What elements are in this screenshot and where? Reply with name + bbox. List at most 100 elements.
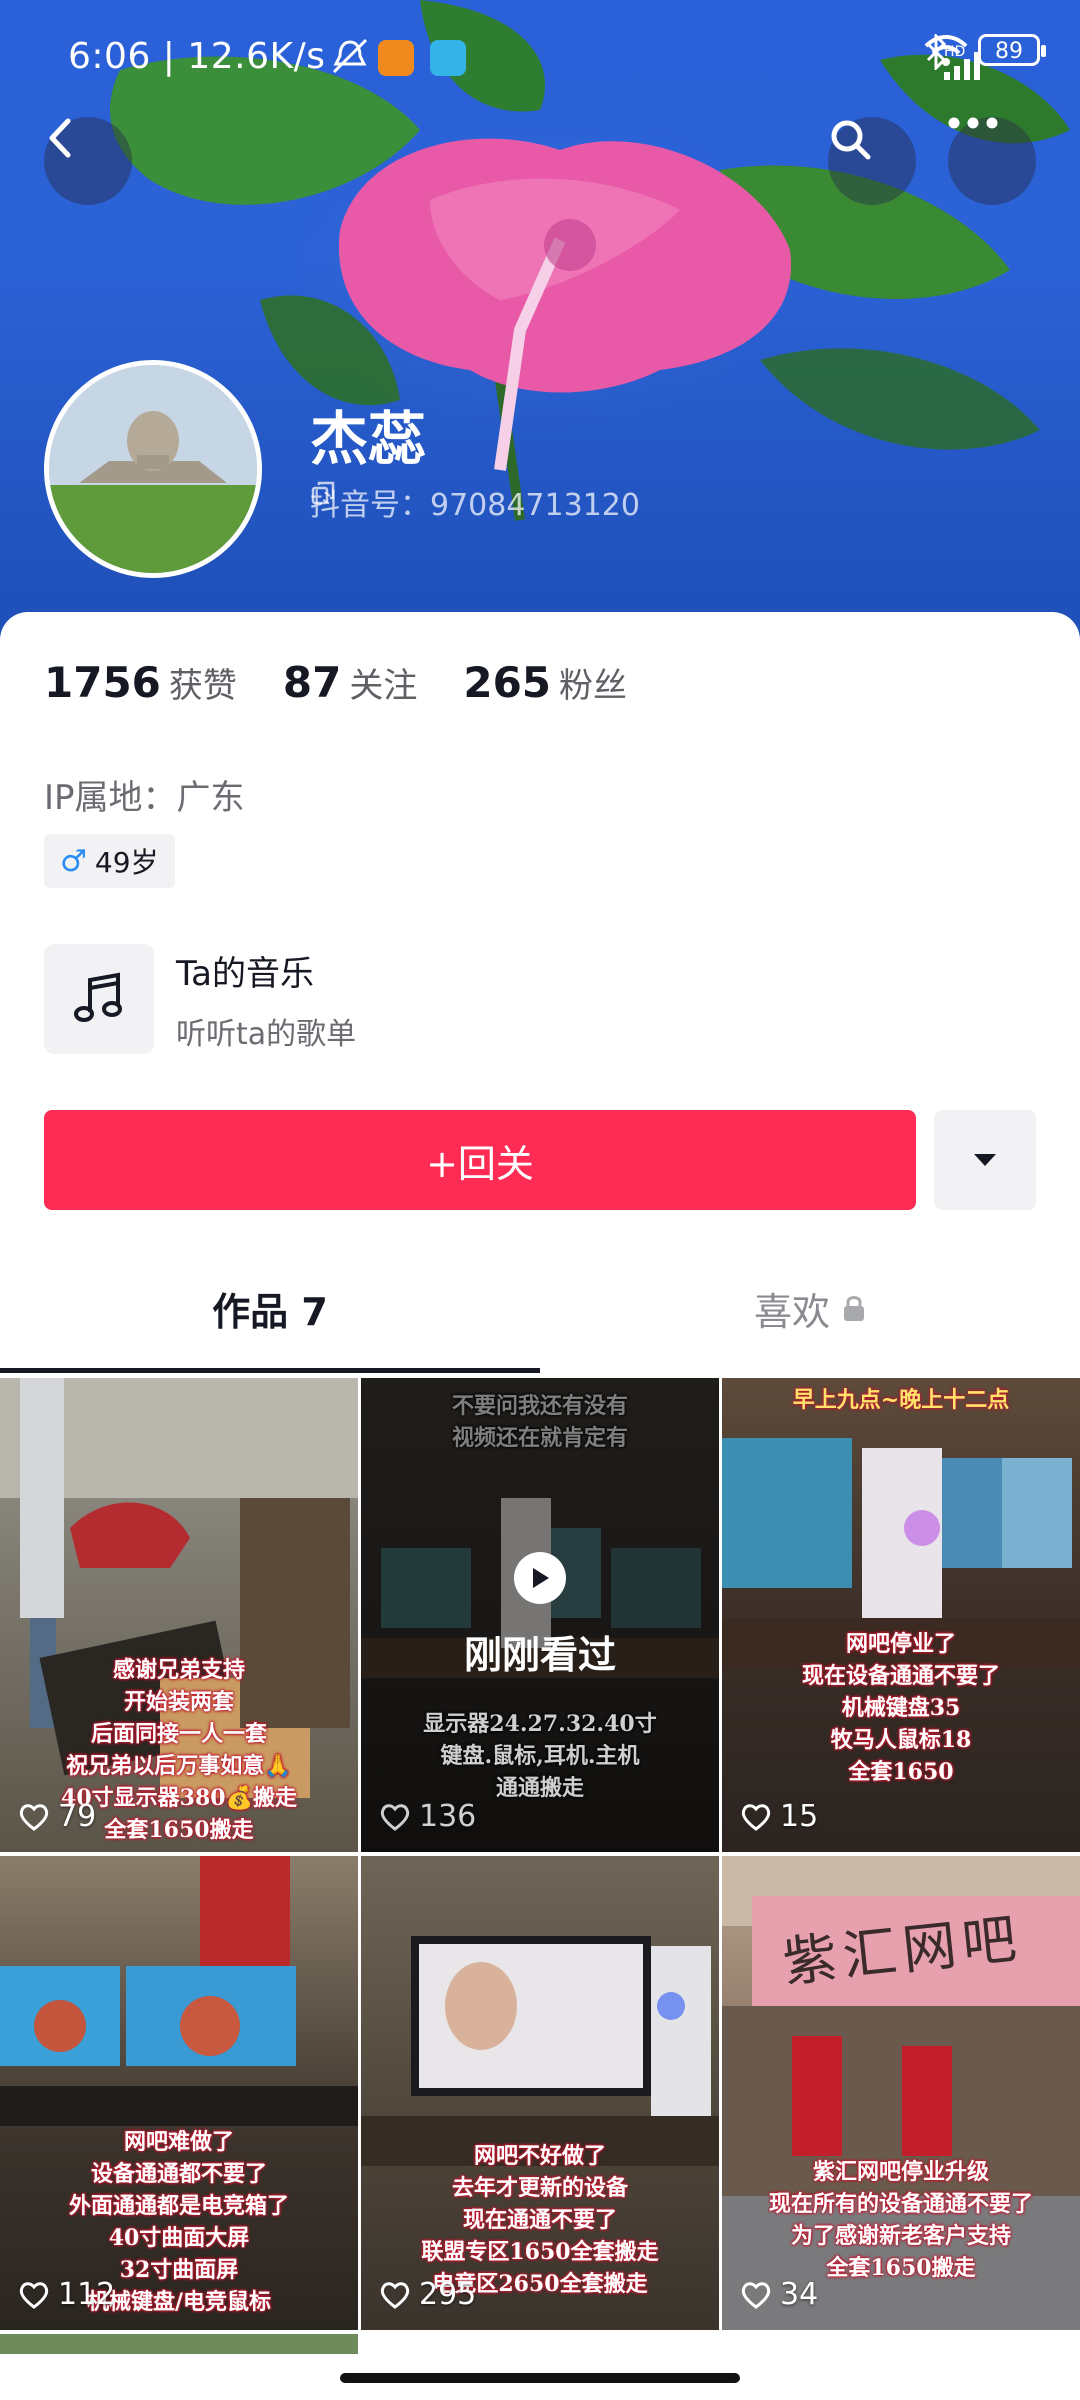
like-count: 79 xyxy=(18,1799,96,1834)
play-icon xyxy=(514,1551,566,1604)
copy-icon[interactable] xyxy=(310,480,336,506)
caption-line: 为了感谢新老客户支持 xyxy=(790,2223,1011,2249)
music-title: Ta的音乐 xyxy=(176,953,314,994)
stat-value: 87 xyxy=(282,658,342,707)
stat-value: 265 xyxy=(463,658,552,707)
watermark: 知乎 @莫忘哥哥 xyxy=(820,2340,1040,2375)
search-icon xyxy=(831,120,871,160)
more-horizontal-icon xyxy=(948,117,998,129)
caption-line: 紫汇网吧停业升级 xyxy=(812,2159,989,2185)
music-note-icon xyxy=(44,944,154,1054)
caption-line: 显示器24.27.32.40寸 xyxy=(423,1711,657,1737)
caption-line: 40寸曲面大屏 xyxy=(108,2225,250,2251)
like-count-value: 79 xyxy=(58,1799,97,1834)
caption-line: 网吧难做了 xyxy=(123,2129,234,2155)
stat-likes[interactable]: 1756 获赞 xyxy=(44,658,237,707)
stat-label: 粉丝 xyxy=(559,666,628,706)
like-count-value: 15 xyxy=(780,1799,819,1834)
caret-down-icon xyxy=(974,1154,996,1166)
recommend-dropdown-button[interactable] xyxy=(934,1110,1036,1210)
avatar[interactable] xyxy=(44,360,262,578)
video-tile-peek xyxy=(0,2334,358,2354)
caption-line: 现在所有的设备通通不要了 xyxy=(768,2191,1033,2217)
video-tile[interactable]: 感谢兄弟支持 开始装两套 后面同接一人一套 祝兄弟以后万事如意🙏 40寸显示器3… xyxy=(0,1378,358,1852)
stat-following[interactable]: 87 关注 xyxy=(283,658,417,707)
profile-name: 杰蕊 xyxy=(310,405,427,473)
video-caption: 网吧停业了 现在设备通通不要了 机械键盘35 牧马人鼠标18 全套1650 xyxy=(722,1628,1080,1788)
tab-works[interactable]: 作品 7 xyxy=(0,1252,540,1364)
caption-line: 早上九点~晚上十二点 xyxy=(792,1387,1010,1413)
video-caption: 网吧不好做了 去年才更新的设备 现在通通不要了 联盟专区1650全套搬走 电竞区… xyxy=(361,2140,719,2300)
ip-location: IP属地：广东 xyxy=(44,778,245,818)
profile-sheet: 1756 获赞 87 关注 265 粉丝 IP属地：广东 ♂ 49岁 Ta的音乐 听听… xyxy=(0,612,1080,2400)
caption-line: 现在通通不要了 xyxy=(462,2207,617,2233)
chevron-left-icon xyxy=(49,118,71,158)
status-icons: HD 89 xyxy=(924,34,1046,80)
video-tile[interactable]: 不要问我还有没有 视频还在就肯定有 刚刚看过 显示器24.27.32.40寸 键… xyxy=(361,1378,719,1852)
like-count: 112 xyxy=(18,2277,115,2312)
profile-tabs: 作品 7 喜欢 xyxy=(0,1252,1080,1364)
battery-indicator: 89 xyxy=(978,34,1046,66)
like-count: 136 xyxy=(379,1799,476,1834)
status-bar: 6:06 | 12.6K/s HD 89 xyxy=(0,0,1080,118)
douyin-id-row[interactable]: 抖音号：97084713120 xyxy=(310,480,640,524)
chat-app-icon xyxy=(430,40,466,76)
video-caption: 紫汇网吧停业升级 现在所有的设备通通不要了 为了感谢新老客户支持 全套1650搬… xyxy=(722,2156,1080,2284)
tab-likes-label: 喜欢 xyxy=(753,1289,830,1334)
caption-line: 外面通通都是电竞箱了 xyxy=(68,2193,289,2219)
more-options-button[interactable] xyxy=(948,117,1036,205)
music-card[interactable]: Ta的音乐 听听ta的歌单 xyxy=(44,944,356,1054)
caption-line: 祝兄弟以后万事如意🙏 xyxy=(66,1753,292,1779)
back-button[interactable] xyxy=(44,117,132,205)
caption-line: 开始装两套 xyxy=(123,1689,234,1715)
like-count-value: 112 xyxy=(58,2277,116,2312)
male-icon: ♂ xyxy=(60,843,87,879)
home-indicator[interactable] xyxy=(340,2373,740,2383)
profile-stats: 1756 获赞 87 关注 265 粉丝 xyxy=(44,658,627,707)
caption-line: 现在设备通通不要了 xyxy=(801,1663,1000,1689)
caption-line: 牧马人鼠标18 xyxy=(830,1727,972,1753)
heart-icon xyxy=(19,1803,49,1831)
heart-icon xyxy=(741,1803,771,1831)
like-count: 295 xyxy=(379,2277,476,2312)
like-count-value: 295 xyxy=(419,2277,477,2312)
video-tile[interactable]: 网吧不好做了 去年才更新的设备 现在通通不要了 联盟专区1650全套搬走 电竞区… xyxy=(361,1856,719,2330)
lock-icon xyxy=(844,1296,864,1321)
caption-line: 设备通通都不要了 xyxy=(90,2161,267,2187)
heart-icon xyxy=(741,2281,771,2309)
caption-line: 网吧不好做了 xyxy=(473,2143,606,2169)
app-notification-icon xyxy=(378,40,414,76)
heart-icon xyxy=(380,1803,410,1831)
profile-cover: 6:06 | 12.6K/s HD 89 杰蕊 抖音号：97084713120 xyxy=(0,0,1080,640)
caption-line: 联盟专区1650全套搬走 xyxy=(421,2239,659,2265)
watched-label: 刚刚看过 xyxy=(463,1632,616,1677)
caption-line: 机械键盘35 xyxy=(841,1695,961,1721)
caption-line: 键盘.鼠标,耳机.主机 xyxy=(440,1743,640,1769)
video-tile[interactable]: 早上九点~晚上十二点 网吧停业了 现在设备通通不要了 机械键盘35 牧马人鼠标1… xyxy=(722,1378,1080,1852)
follow-back-button[interactable]: +回关 xyxy=(44,1110,916,1210)
video-tile[interactable]: 紫汇网吧 紫汇网吧停业升级 现在所有的设备通通不要了 为了感谢新老客户支持 全套… xyxy=(722,1856,1080,2330)
avatar-image xyxy=(49,365,257,573)
age-label: 49岁 xyxy=(94,846,159,879)
search-button[interactable] xyxy=(828,117,916,205)
tab-likes[interactable]: 喜欢 xyxy=(540,1252,1080,1364)
stat-followers[interactable]: 265 粉丝 xyxy=(463,658,627,707)
like-count: 34 xyxy=(740,2277,818,2312)
caption-line: 感谢兄弟支持 xyxy=(112,1657,245,1683)
music-text: Ta的音乐 听听ta的歌单 xyxy=(154,946,356,1053)
video-tile[interactable]: 网吧难做了 设备通通都不要了 外面通通都是电竞箱了 40寸曲面大屏 32寸曲面屏… xyxy=(0,1856,358,2330)
video-caption-top: 早上九点~晚上十二点 xyxy=(722,1384,1080,1416)
stat-label: 获赞 xyxy=(168,666,237,706)
tab-active-indicator xyxy=(0,1368,540,1373)
like-count-value: 136 xyxy=(419,1799,477,1834)
status-time: 6:06 | 12.6K/s xyxy=(68,36,326,77)
douyin-id: 抖音号：97084713120 xyxy=(310,488,640,523)
caption-line: 全套1650 xyxy=(848,1759,954,1785)
music-subtitle: 听听ta的歌单 xyxy=(176,1016,357,1052)
like-count: 15 xyxy=(740,1799,818,1834)
caption-line: 后面同接一人一套 xyxy=(90,1721,267,1747)
stat-value: 1756 xyxy=(44,658,161,707)
age-tag: ♂ 49岁 xyxy=(44,834,175,888)
stat-label: 关注 xyxy=(349,666,418,706)
heart-icon xyxy=(19,2281,49,2309)
